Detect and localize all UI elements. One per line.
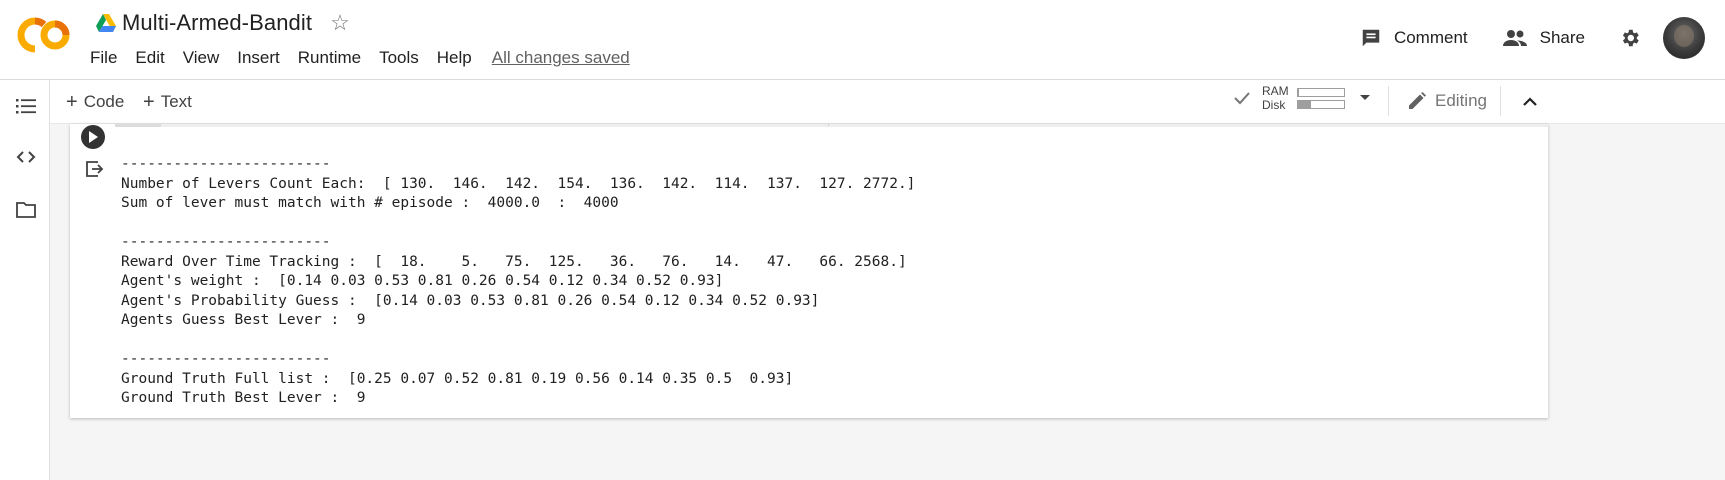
cell-output: ------------------------ Number of Levers…: [121, 155, 915, 409]
output-line: ------------------------: [121, 351, 331, 367]
run-cell-button[interactable]: [81, 125, 105, 149]
disk-usage-bar: [1296, 100, 1345, 109]
comment-button[interactable]: Comment: [1360, 27, 1468, 49]
toolbar-divider: [1388, 86, 1389, 116]
output-line: Ground Truth Best Lever : 9: [121, 390, 366, 406]
top-header: Multi-Armed-Bandit ☆ File Edit View Inse…: [0, 0, 1725, 80]
checkmark-icon: [1234, 92, 1250, 105]
code-editor-strip[interactable]: [115, 124, 1548, 127]
code-cell[interactable]: ------------------------ Number of Levers…: [70, 124, 1548, 418]
disk-usage-fill: [1297, 101, 1312, 108]
menu-item-insert[interactable]: Insert: [237, 48, 280, 68]
toolbar-divider: [1500, 86, 1501, 116]
notebook-toolbar: + Code + Text RAM Disk Editing: [50, 80, 1725, 124]
plus-icon: +: [66, 91, 78, 113]
star-icon[interactable]: ☆: [330, 12, 350, 34]
play-icon: [89, 131, 98, 143]
menu-item-edit[interactable]: Edit: [135, 48, 164, 68]
google-drive-icon[interactable]: [96, 14, 116, 32]
menu-item-file[interactable]: File: [90, 48, 117, 68]
share-button[interactable]: Share: [1502, 28, 1585, 48]
output-line: ------------------------: [121, 234, 331, 250]
editor-ruler: [828, 124, 829, 126]
notebook-content: ------------------------ Number of Levers…: [50, 124, 1725, 480]
add-code-label: Code: [83, 92, 125, 111]
user-avatar[interactable]: [1663, 17, 1705, 59]
add-text-button[interactable]: + Text: [143, 92, 192, 112]
notebook-title[interactable]: Multi-Armed-Bandit: [122, 10, 312, 36]
menu-item-help[interactable]: Help: [437, 48, 472, 68]
output-line: Number of Levers Count Each: [ 130. 146.…: [121, 175, 916, 192]
pencil-icon: [1409, 92, 1426, 109]
menu-item-runtime[interactable]: Runtime: [298, 48, 361, 68]
output-line: Ground Truth Full list : [0.25 0.07 0.52…: [121, 370, 794, 387]
ram-usage-bar: [1296, 88, 1345, 97]
left-sidebar: [0, 80, 50, 480]
add-text-label: Text: [160, 92, 192, 111]
title-row: Multi-Armed-Bandit ☆: [96, 10, 350, 36]
resource-bars: [1296, 85, 1345, 111]
output-line: Agent's Probability Guess : [0.14 0.03 0…: [121, 292, 820, 309]
editing-label: Editing: [1435, 91, 1487, 110]
people-icon: [1502, 30, 1527, 46]
code-snippets-icon[interactable]: [15, 146, 37, 168]
gear-icon[interactable]: [1619, 27, 1641, 49]
runtime-resources-button[interactable]: RAM Disk: [1232, 84, 1371, 112]
menu-bar: File Edit View Insert Runtime Tools Help…: [90, 48, 648, 68]
code-editor-tab: [115, 124, 161, 127]
add-code-button[interactable]: + Code: [66, 92, 124, 112]
plus-icon: +: [143, 91, 155, 113]
output-actions-icon[interactable]: [84, 159, 104, 179]
output-line: ------------------------: [121, 156, 331, 172]
ram-usage-fill: [1297, 89, 1300, 96]
output-line: Agents Guess Best Lever : 9: [121, 312, 366, 328]
chevron-up-icon[interactable]: [1518, 90, 1542, 114]
share-label: Share: [1539, 28, 1585, 47]
resource-labels: RAM Disk: [1262, 84, 1289, 112]
header-actions: Comment Share: [1360, 14, 1705, 62]
menu-item-view[interactable]: View: [183, 48, 220, 68]
output-line: Reward Over Time Tracking : [ 18. 5. 75.…: [121, 253, 907, 270]
disk-label: Disk: [1262, 98, 1286, 112]
save-status-link[interactable]: All changes saved: [492, 48, 630, 68]
output-line: Agent's weight : [0.14 0.03 0.53 0.81 0.…: [121, 273, 724, 289]
comment-icon: [1362, 29, 1380, 47]
colab-logo-icon[interactable]: [17, 15, 73, 55]
output-line: Sum of lever must match with # episode :…: [121, 195, 619, 211]
chevron-down-icon: [1359, 95, 1370, 100]
files-icon[interactable]: [15, 199, 37, 221]
menu-item-tools[interactable]: Tools: [379, 48, 419, 68]
comment-label: Comment: [1393, 28, 1468, 47]
ram-label: RAM: [1262, 84, 1289, 98]
table-of-contents-icon[interactable]: [15, 95, 37, 117]
editing-mode-button[interactable]: Editing: [1407, 91, 1487, 111]
